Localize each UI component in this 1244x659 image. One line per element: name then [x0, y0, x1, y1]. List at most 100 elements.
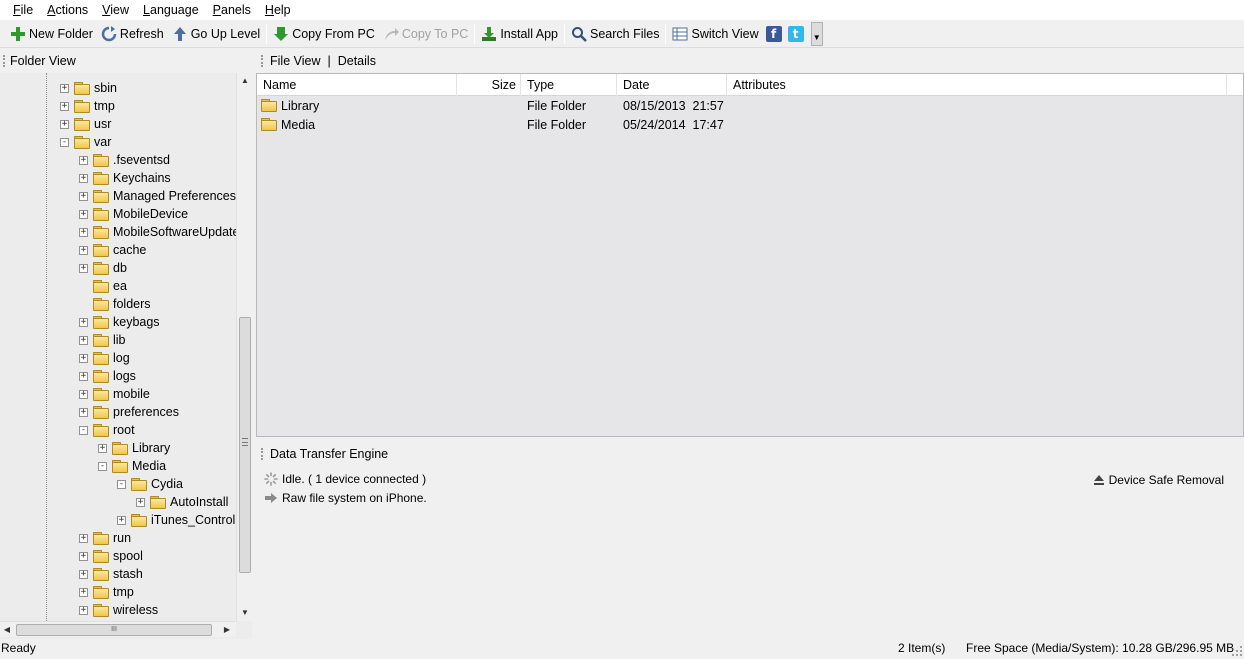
tree-node[interactable]: + .fseventsd: [79, 151, 170, 169]
tree-node[interactable]: + MobileSoftwareUpdate: [79, 223, 236, 241]
tree-node[interactable]: + iTunes_Control: [117, 511, 235, 529]
folder-view-header: Folder View: [0, 49, 252, 73]
facebook-icon[interactable]: f: [765, 25, 782, 42]
scroll-thumb[interactable]: [239, 317, 251, 573]
column-header-attributes[interactable]: Attributes: [727, 74, 1227, 96]
tree-node[interactable]: + db: [79, 259, 127, 277]
expand-icon[interactable]: +: [79, 533, 88, 543]
search-files-button[interactable]: Search Files: [567, 22, 663, 46]
expand-icon[interactable]: +: [79, 605, 88, 615]
scroll-down-arrow-icon[interactable]: ▼: [237, 605, 252, 621]
horizontal-scroll-thumb[interactable]: III: [16, 624, 212, 636]
tree-node[interactable]: + MobileDevice: [79, 205, 188, 223]
tree-node[interactable]: + tmp: [79, 583, 134, 601]
tree-node[interactable]: + Keychains: [79, 169, 171, 187]
tree-node[interactable]: + log: [79, 349, 130, 367]
install-app-button[interactable]: Install App: [477, 22, 562, 46]
grid-view-icon: [672, 26, 688, 42]
tree-horizontal-scrollbar[interactable]: ◀ III ▶: [0, 621, 236, 637]
tree-node[interactable]: - var: [60, 133, 111, 151]
device-safe-removal-button[interactable]: Device Safe Removal: [1093, 473, 1224, 487]
scroll-left-arrow-icon[interactable]: ◀: [0, 622, 14, 638]
expand-icon[interactable]: +: [79, 245, 88, 255]
copy-to-pc-button[interactable]: Copy To PC: [379, 22, 472, 46]
column-header-date[interactable]: Date: [617, 74, 727, 96]
tree-node[interactable]: + wireless: [79, 601, 158, 619]
expand-icon[interactable]: +: [98, 443, 107, 453]
tree-node[interactable]: + lib: [79, 331, 126, 349]
expand-icon[interactable]: +: [79, 371, 88, 381]
tree-node[interactable]: - Media: [98, 457, 166, 475]
tree-node[interactable]: + preferences: [79, 403, 179, 421]
column-header-type[interactable]: Type: [521, 74, 617, 96]
tree-node[interactable]: + cache: [79, 241, 146, 259]
copy-from-pc-button[interactable]: Copy From PC: [269, 22, 379, 46]
expand-icon[interactable]: +: [79, 155, 88, 165]
tab-file-view[interactable]: File View: [270, 54, 320, 68]
tab-details[interactable]: Details: [338, 54, 376, 68]
refresh-button[interactable]: Refresh: [97, 22, 168, 46]
expand-icon[interactable]: +: [60, 83, 69, 93]
toolbar-overflow-button[interactable]: ▼: [810, 21, 823, 46]
tree-node[interactable]: + sbin: [60, 79, 117, 97]
tree-node-label: ea: [113, 279, 127, 293]
expand-icon[interactable]: +: [79, 551, 88, 561]
expand-icon[interactable]: +: [79, 227, 88, 237]
tree-node[interactable]: - Cydia: [117, 475, 183, 493]
tree-node[interactable]: + Managed Preferences: [79, 187, 236, 205]
expand-icon[interactable]: +: [79, 317, 88, 327]
expand-icon[interactable]: +: [136, 497, 145, 507]
expand-icon[interactable]: +: [79, 173, 88, 183]
tree-node[interactable]: + keybags: [79, 313, 160, 331]
tree-node[interactable]: + Library: [98, 439, 170, 457]
menu-help[interactable]: Help: [258, 1, 298, 19]
folder-icon: [93, 567, 109, 581]
expand-icon[interactable]: +: [60, 119, 69, 129]
tree-vertical-scrollbar[interactable]: ▲ ▼: [236, 73, 252, 621]
collapse-icon[interactable]: -: [117, 479, 126, 489]
folder-icon: [74, 81, 90, 95]
expand-icon[interactable]: +: [79, 587, 88, 597]
tree-node[interactable]: + mobile: [79, 385, 150, 403]
collapse-icon[interactable]: -: [98, 461, 107, 471]
tree-node[interactable]: + logs: [79, 367, 136, 385]
tree-node[interactable]: + usr: [60, 115, 111, 133]
tree-node[interactable]: + run: [79, 529, 131, 547]
expand-icon[interactable]: +: [79, 335, 88, 345]
collapse-icon[interactable]: -: [60, 137, 69, 147]
menu-file[interactable]: File: [6, 1, 40, 19]
menu-language[interactable]: Language: [136, 1, 206, 19]
file-row[interactable]: Media File Folder 05/24/2014 17:47: [257, 115, 1243, 134]
scroll-up-arrow-icon[interactable]: ▲: [237, 73, 252, 89]
expand-icon[interactable]: +: [79, 353, 88, 363]
column-header-name[interactable]: Name: [257, 74, 457, 96]
expand-icon[interactable]: +: [79, 407, 88, 417]
menu-view[interactable]: View: [95, 1, 136, 19]
expand-icon[interactable]: +: [117, 515, 126, 525]
file-row[interactable]: Library File Folder 08/15/2013 21:57: [257, 96, 1243, 115]
tree-node[interactable]: + tmp: [60, 97, 115, 115]
tree-node[interactable]: folders: [79, 295, 151, 313]
collapse-icon[interactable]: -: [79, 425, 88, 435]
menu-actions[interactable]: Actions: [40, 1, 95, 19]
tree-node-label: log: [113, 351, 130, 365]
go-up-level-button[interactable]: Go Up Level: [168, 22, 264, 46]
scroll-right-arrow-icon[interactable]: ▶: [220, 622, 234, 638]
expand-icon[interactable]: +: [79, 389, 88, 399]
switch-view-button[interactable]: Switch View: [668, 22, 762, 46]
menu-panels[interactable]: Panels: [206, 1, 258, 19]
twitter-icon[interactable]: t: [787, 25, 804, 42]
tree-node[interactable]: + spool: [79, 547, 143, 565]
expand-icon[interactable]: +: [79, 263, 88, 273]
resize-grip-icon[interactable]: [1229, 643, 1243, 657]
expand-icon[interactable]: +: [79, 209, 88, 219]
tree-node[interactable]: - root: [79, 421, 135, 439]
expand-icon[interactable]: +: [79, 191, 88, 201]
tree-node[interactable]: ea: [79, 277, 127, 295]
expand-icon[interactable]: +: [60, 101, 69, 111]
column-header-size[interactable]: Size: [457, 74, 521, 96]
tree-node[interactable]: + stash: [79, 565, 143, 583]
new-folder-button[interactable]: New Folder: [6, 22, 97, 46]
expand-icon[interactable]: +: [79, 569, 88, 579]
tree-node[interactable]: + AutoInstall: [136, 493, 228, 511]
